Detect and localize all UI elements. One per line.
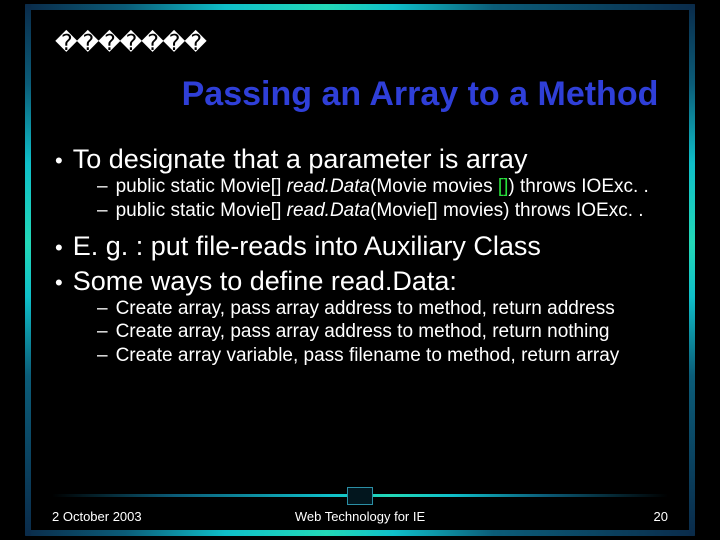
bullet-eg: • E. g. : put file-reads into Auxiliary …	[55, 231, 675, 262]
dash-icon: –	[97, 320, 108, 344]
border-bottom	[25, 530, 695, 536]
header-placeholder-glyphs: �������	[55, 30, 206, 56]
subbullet-signature-2: – public static Movie[] read.Data(Movie[…	[97, 199, 675, 223]
subbullet-signature-1: – public static Movie[] read.Data(Movie …	[97, 175, 675, 199]
slide: ������� Passing an Array to a Method • T…	[0, 0, 720, 540]
bullet-dot-icon: •	[55, 270, 63, 297]
bullet-dot-icon: •	[55, 148, 63, 175]
code-brackets: []	[498, 176, 509, 197]
subbullet-text: Create array, pass array address to meth…	[116, 297, 615, 321]
code-method-name: read.Data	[287, 200, 370, 221]
footer-page-number: 20	[654, 509, 668, 524]
subbullet-way-1: – Create array, pass array address to me…	[97, 297, 675, 321]
subbullet-text: Create array, pass array address to meth…	[116, 320, 610, 344]
code-mid: (Movie movies	[370, 176, 498, 197]
bullet-dot-icon: •	[55, 235, 63, 262]
slide-title: Passing an Array to a Method	[0, 75, 720, 114]
bullet-text: Some ways to define read.Data:	[73, 266, 457, 297]
subbullet-text: Create array variable, pass filename to …	[116, 344, 620, 368]
subbullet-way-2: – Create array, pass array address to me…	[97, 320, 675, 344]
slide-body: • To designate that a parameter is array…	[55, 140, 675, 368]
code-pre: public static Movie[]	[116, 200, 287, 221]
code-line: public static Movie[] read.Data(Movie mo…	[116, 175, 649, 199]
dash-icon: –	[97, 175, 108, 199]
dash-icon: –	[97, 297, 108, 321]
border-top	[25, 4, 695, 10]
code-line: public static Movie[] read.Data(Movie[] …	[116, 199, 644, 223]
code-pre: public static Movie[]	[116, 176, 287, 197]
footer-box-icon	[347, 487, 373, 505]
footer-title: Web Technology for IE	[0, 509, 720, 524]
subbullet-way-3: – Create array variable, pass filename t…	[97, 344, 675, 368]
bullet-ways: • Some ways to define read.Data:	[55, 266, 675, 297]
bullet-text: E. g. : put file-reads into Auxiliary Cl…	[73, 231, 541, 262]
code-method-name: read.Data	[287, 176, 370, 197]
bullet-designate: • To designate that a parameter is array	[55, 144, 675, 175]
dash-icon: –	[97, 199, 108, 223]
bullet-text: To designate that a parameter is array	[73, 144, 528, 175]
code-post: ) throws IOExc. .	[508, 176, 648, 197]
dash-icon: –	[97, 344, 108, 368]
code-post: (Movie[] movies) throws IOExc. .	[370, 200, 643, 221]
